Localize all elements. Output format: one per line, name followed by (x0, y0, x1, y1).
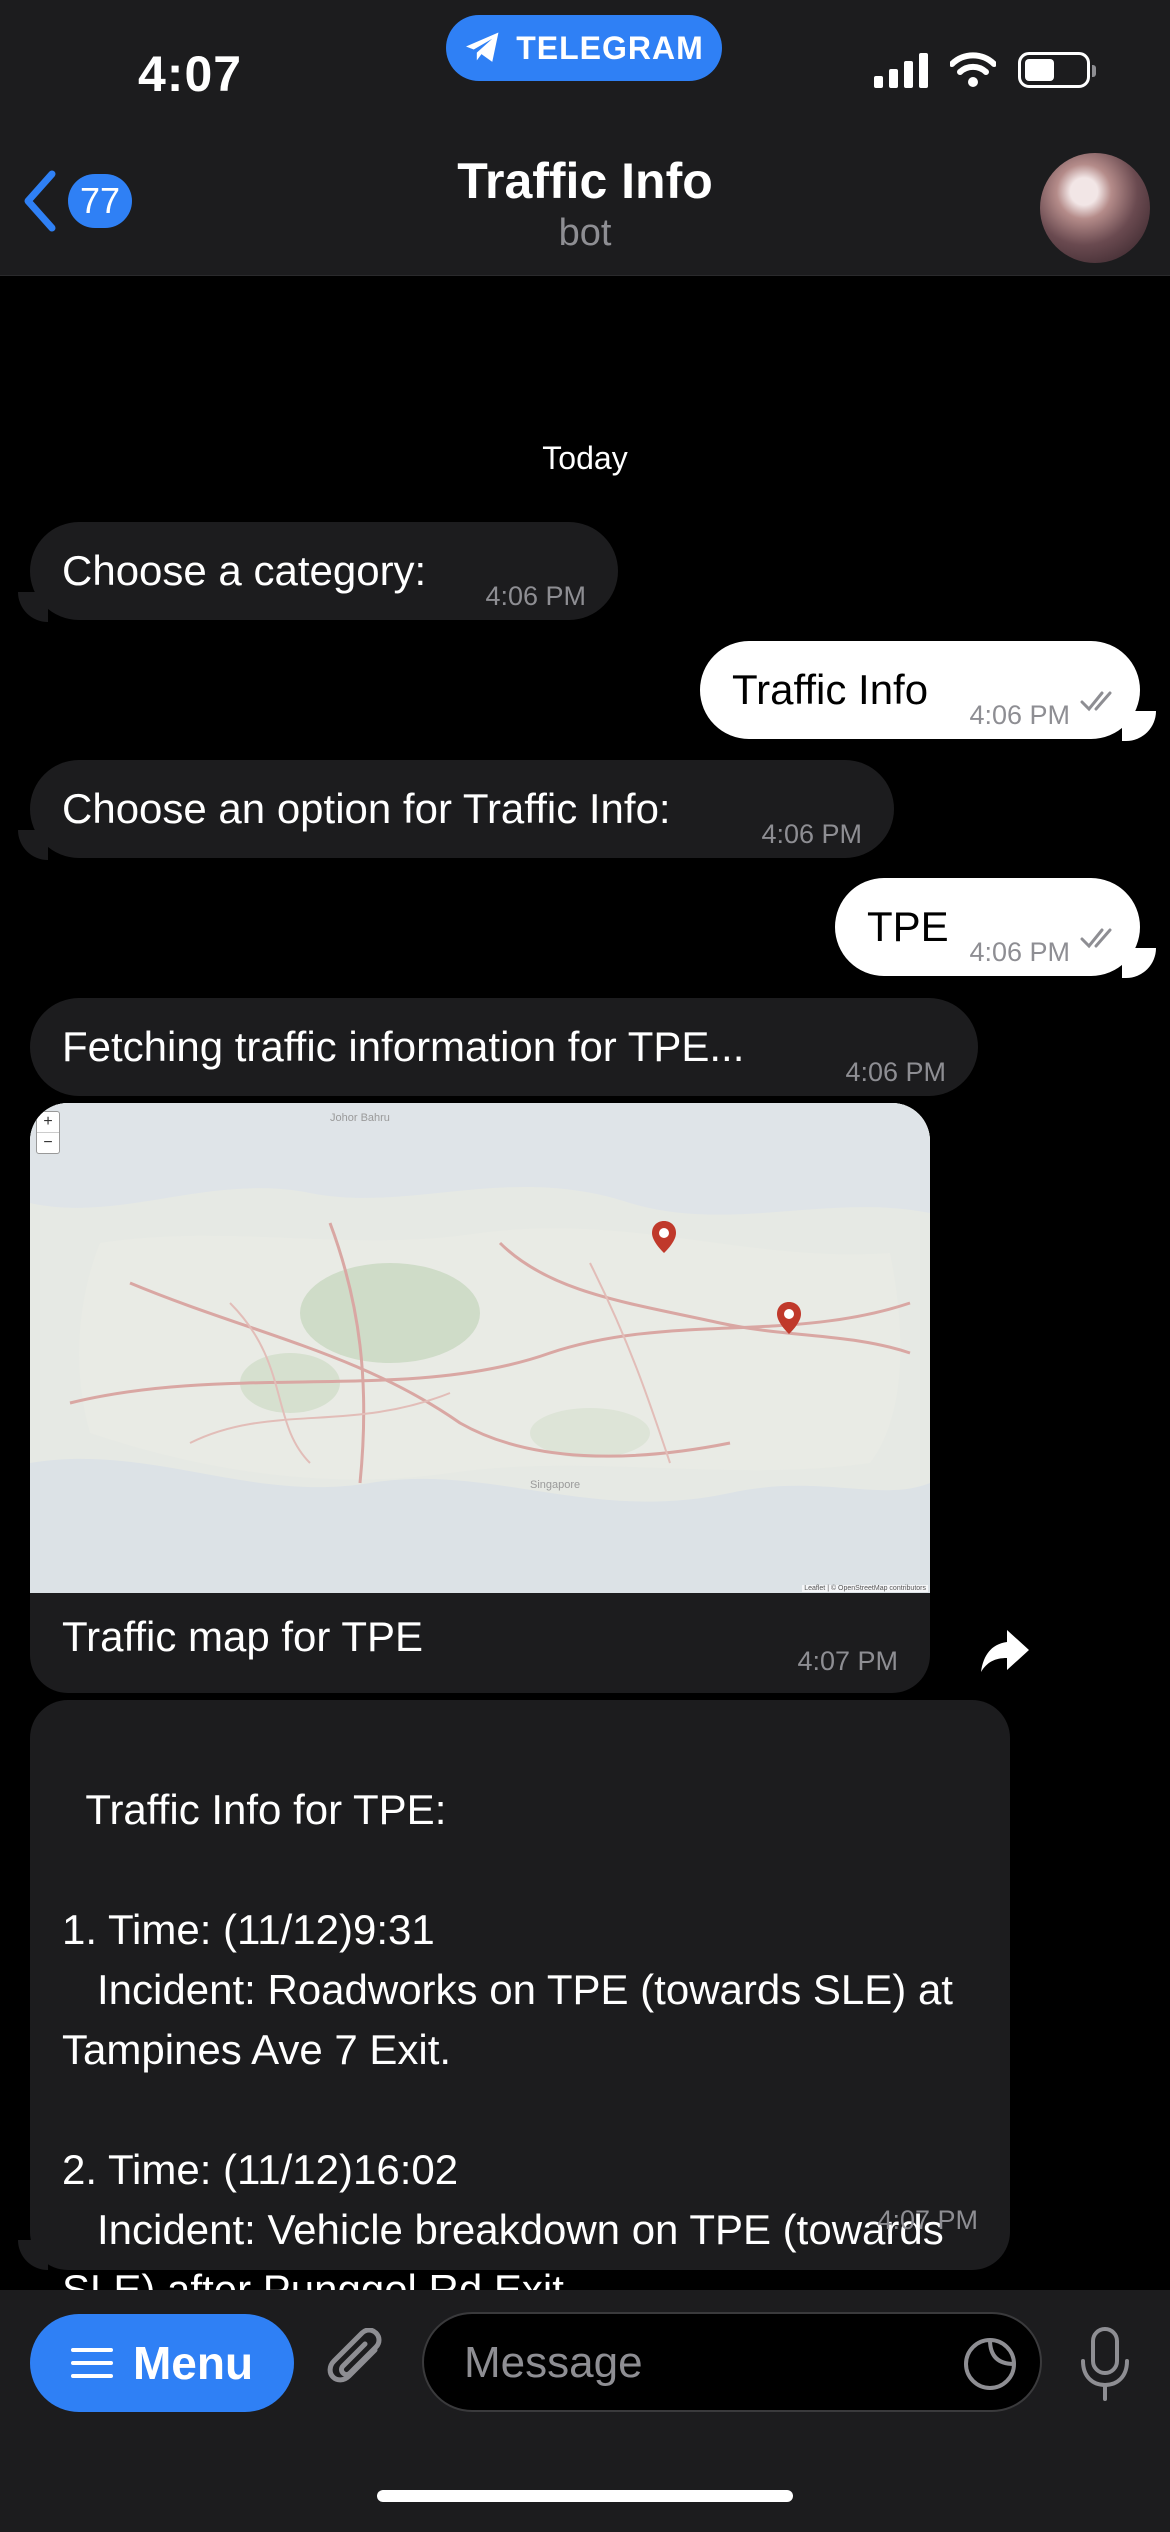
double-check-icon (1080, 691, 1112, 712)
message-time: 4:06 PM (761, 819, 862, 849)
message-bubble-incoming[interactable]: Choose an option for Traffic Info: 4:06 … (30, 760, 894, 858)
telegram-pill-label: TELEGRAM (516, 29, 704, 66)
telegram-pill[interactable]: TELEGRAM (446, 15, 722, 81)
message-input[interactable] (462, 2314, 906, 2412)
message-time: 4:07 PM (797, 1646, 898, 1676)
avatar[interactable] (1040, 153, 1150, 263)
message-time: 4:06 PM (969, 937, 1070, 967)
map-label-johor: Johor Bahru (330, 1112, 390, 1124)
zoom-out-button[interactable]: − (37, 1133, 59, 1153)
message-text: Choose an option for Traffic Info: (62, 785, 671, 832)
message-text: Fetching traffic information for TPE... (62, 1023, 745, 1070)
chat-subtitle: bot (558, 212, 612, 254)
message-time: 4:07 PM (877, 2205, 978, 2235)
share-icon[interactable] (975, 1620, 1035, 1680)
telegram-icon (466, 32, 499, 62)
double-check-icon (1080, 928, 1112, 949)
map-graphic: Johor Bahru Singapore (30, 1103, 930, 1593)
message-bubble-incoming[interactable]: Fetching traffic information for TPE... … (30, 998, 978, 1096)
traffic-map-image[interactable]: Johor Bahru Singapore + − Leaflet | © Op… (30, 1103, 930, 1593)
wifi-icon (950, 52, 996, 87)
map-marker-icon[interactable] (776, 1301, 802, 1335)
message-bubble-outgoing[interactable]: TPE 4:06 PM (835, 878, 1140, 976)
message-field[interactable] (422, 2312, 1042, 2412)
sticker-icon[interactable] (962, 2336, 1018, 2392)
bubble-tail (1122, 711, 1156, 741)
message-time: 4:06 PM (845, 1057, 946, 1087)
chat-title[interactable]: Traffic Info (0, 152, 1170, 210)
microphone-icon[interactable] (1075, 2325, 1135, 2405)
map-marker-icon[interactable] (651, 1220, 677, 1254)
menu-button-label: Menu (132, 2337, 254, 2389)
home-indicator[interactable] (377, 2490, 793, 2502)
message-text: Traffic Info (732, 666, 929, 713)
status-time: 4:07 (138, 46, 243, 102)
bubble-tail (1122, 948, 1156, 978)
map-label-singapore: Singapore (530, 1479, 580, 1491)
bubble-tail (18, 830, 48, 860)
signal-icon (874, 52, 928, 88)
zoom-in-button[interactable]: + (37, 1112, 59, 1133)
status-icons (874, 52, 1096, 88)
message-text: TPE (867, 903, 949, 950)
map-attribution: Leaflet | © OpenStreetMap contributors (802, 1585, 928, 1592)
zoom-controls: + − (36, 1111, 60, 1154)
message-bubble-incoming[interactable]: Choose a category: 4:06 PM (30, 522, 618, 620)
message-text: Choose a category: (62, 547, 427, 594)
message-time: 4:06 PM (485, 581, 586, 611)
bubble-tail (18, 2240, 48, 2270)
attachment-icon[interactable] (325, 2328, 395, 2398)
traffic-info-message[interactable]: Traffic Info for TPE: 1. Time: (11/12)9:… (30, 1700, 1010, 2313)
bubble-tail (18, 592, 48, 622)
date-separator: Today (542, 440, 628, 476)
top-bar: 4:07 TELEGRAM 77 Traffic Info bot (0, 0, 1170, 276)
map-caption: Traffic map for TPE (62, 1613, 423, 1660)
message-time: 4:06 PM (969, 700, 1070, 730)
menu-icon (70, 2348, 113, 2378)
message-text: Traffic Info for TPE: 1. Time: (11/12)9:… (62, 1786, 953, 2313)
map-message[interactable]: Johor Bahru Singapore + − Leaflet | © Op… (30, 1103, 930, 1693)
menu-button[interactable]: Menu (30, 2314, 294, 2412)
battery-icon (1018, 52, 1096, 88)
message-bubble-outgoing[interactable]: Traffic Info 4:06 PM (700, 641, 1140, 739)
